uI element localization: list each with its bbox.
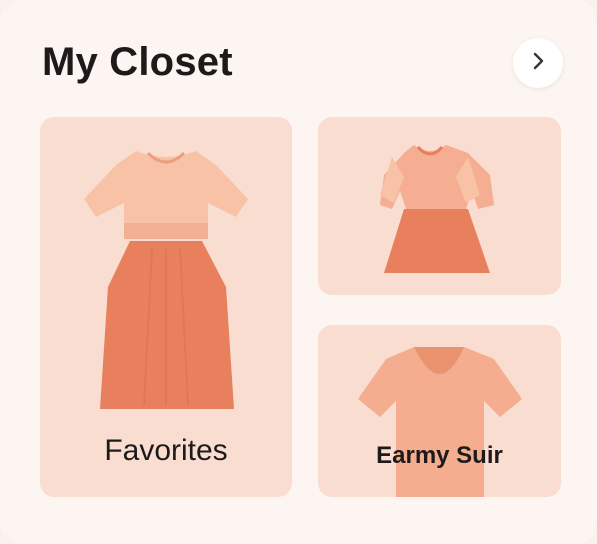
tile-label-shirt: Earmy Suir bbox=[376, 442, 503, 469]
chevron-right-icon bbox=[528, 51, 548, 76]
tile-label-favorites: Favorites bbox=[104, 434, 228, 467]
shirt-tile[interactable]: Earmy Suir bbox=[318, 325, 561, 497]
my-closet-card: My Closet Favorites Earmy Suir bbox=[0, 0, 597, 544]
dress-tile[interactable] bbox=[318, 117, 561, 295]
favorites-tile[interactable]: Favorites bbox=[40, 117, 292, 497]
next-button[interactable] bbox=[513, 38, 563, 88]
page-title: My Closet bbox=[42, 40, 233, 84]
short-dress-illustration bbox=[380, 145, 494, 273]
t-shirt-illustration bbox=[358, 347, 522, 497]
